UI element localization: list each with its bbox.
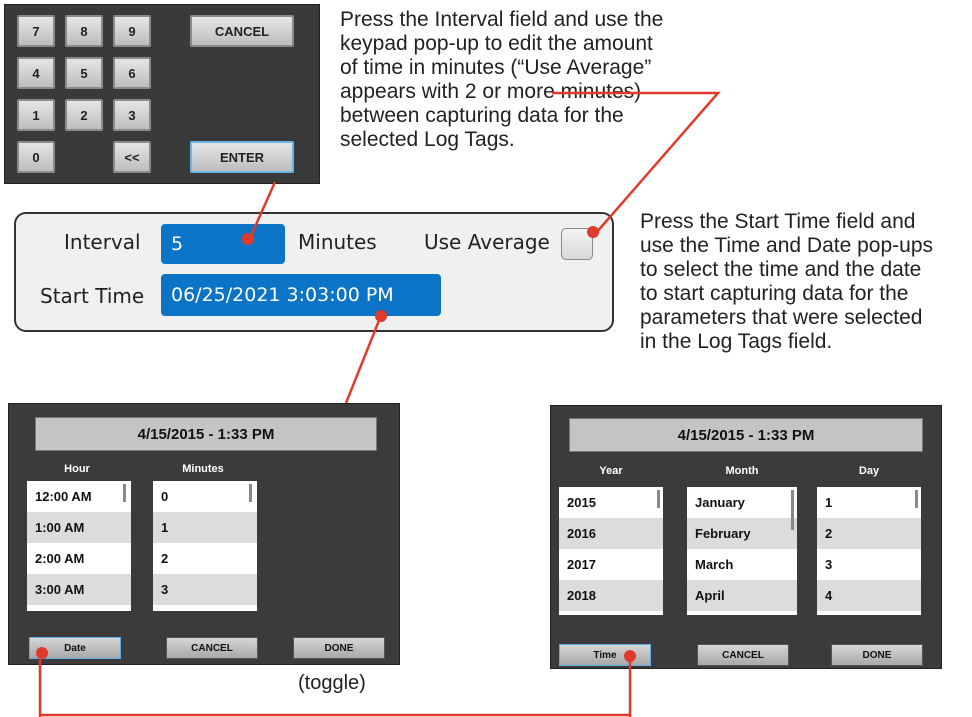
use-average-callout-dot — [587, 226, 599, 238]
date-toggle-callout-dot — [36, 647, 48, 659]
callout-lines — [36, 91, 721, 717]
start-time-callout-dot — [375, 310, 387, 322]
time-toggle-callout-dot — [624, 650, 636, 662]
interval-callout-dot — [242, 233, 254, 245]
interval-callout-line — [248, 181, 277, 239]
start-time-callout-line — [344, 317, 382, 404]
use-average-callout-line — [552, 91, 721, 234]
